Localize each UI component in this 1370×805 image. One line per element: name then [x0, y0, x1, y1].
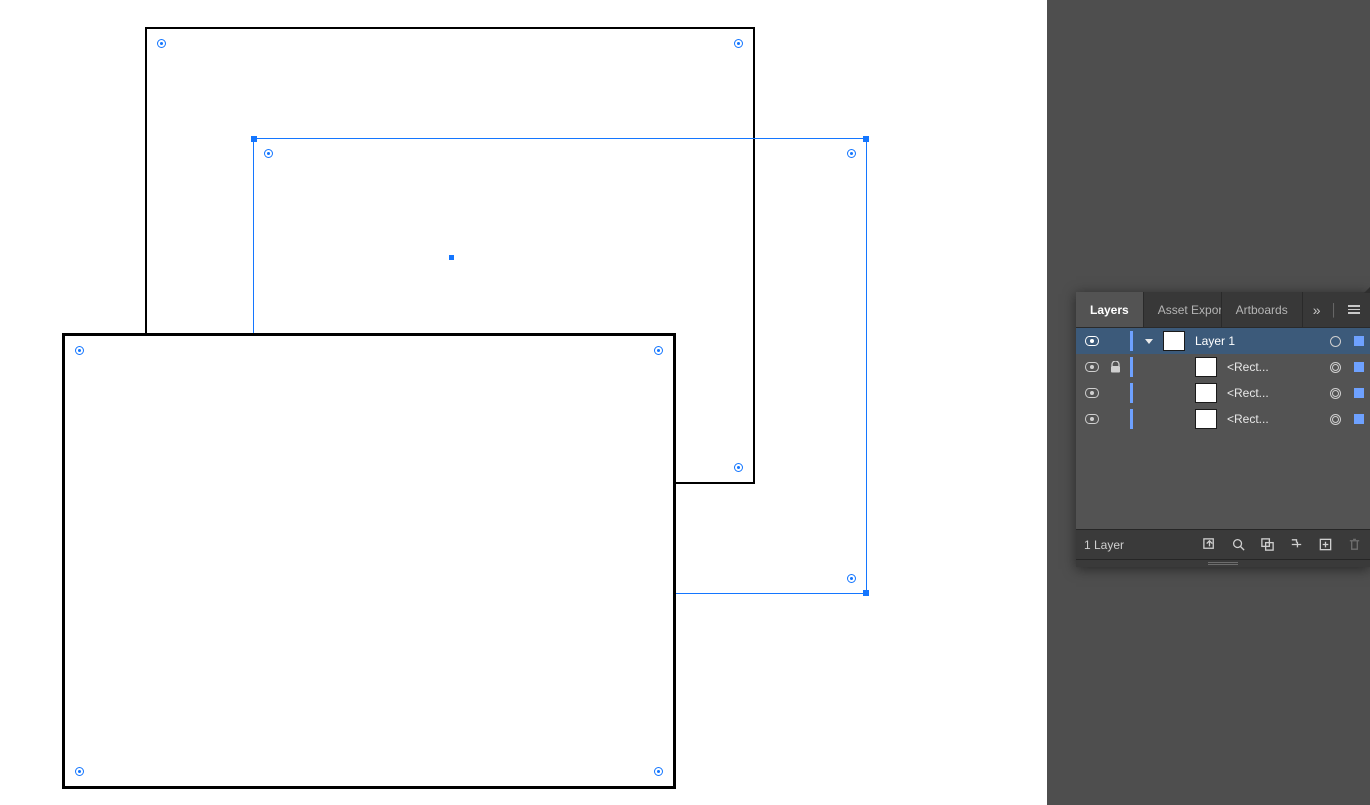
lock-toggle[interactable] [1106, 361, 1124, 373]
right-panel-area: Layers Asset Export Artboards │ Layer 1 [1047, 0, 1370, 805]
selection-handle[interactable] [251, 136, 257, 142]
tab-layers[interactable]: Layers [1076, 292, 1144, 327]
eye-icon [1085, 414, 1099, 424]
panel-footer: 1 Layer [1076, 529, 1370, 559]
panel-resize-grip[interactable] [1076, 559, 1370, 567]
clip-mask-icon[interactable] [1260, 537, 1275, 552]
layer-thumbnail[interactable] [1195, 409, 1217, 429]
corner-radius-handle[interactable] [654, 346, 663, 355]
selection-bar [1130, 331, 1133, 351]
panel-tabbar: Layers Asset Export Artboards │ [1076, 292, 1370, 328]
selection-bar [1130, 357, 1133, 377]
corner-radius-handle[interactable] [75, 767, 84, 776]
selection-square-icon [1354, 362, 1364, 372]
layer-row-item[interactable]: <Rect... [1076, 380, 1370, 406]
export-icon[interactable] [1202, 537, 1217, 552]
corner-radius-handle[interactable] [264, 149, 273, 158]
selection-handle[interactable] [863, 590, 869, 596]
selection-indicator[interactable] [1350, 388, 1370, 398]
visibility-toggle[interactable] [1082, 388, 1102, 398]
layer-thumbnail[interactable] [1195, 383, 1217, 403]
target-ring-icon [1330, 362, 1341, 373]
layer-name[interactable]: Layer 1 [1189, 334, 1320, 348]
expand-toggle[interactable] [1139, 339, 1159, 344]
panel-resize-corner[interactable] [1364, 286, 1370, 293]
corner-radius-handle[interactable] [847, 149, 856, 158]
canvas-area[interactable] [0, 0, 1047, 805]
selection-square-icon [1354, 388, 1364, 398]
target-column[interactable] [1324, 336, 1346, 347]
panel-menu-icon[interactable] [1348, 305, 1360, 314]
target-ring-icon [1330, 388, 1341, 399]
selection-bar [1130, 383, 1133, 403]
selection-bar [1130, 409, 1133, 429]
new-layer-icon[interactable] [1318, 537, 1333, 552]
layer-item-name[interactable]: <Rect... [1221, 412, 1320, 426]
selection-square-icon [1354, 414, 1364, 424]
layer-thumbnail[interactable] [1195, 357, 1217, 377]
corner-radius-handle[interactable] [847, 574, 856, 583]
selection-indicator[interactable] [1350, 336, 1370, 346]
layers-list: Layer 1 <Rect... [1076, 328, 1370, 529]
tab-asset-export[interactable]: Asset Export [1144, 292, 1222, 327]
layer-thumbnail[interactable] [1163, 331, 1185, 351]
eye-icon [1085, 362, 1099, 372]
eye-icon [1085, 336, 1099, 346]
layers-panel: Layers Asset Export Artboards │ Layer 1 [1076, 292, 1370, 567]
delete-layer-icon[interactable] [1347, 537, 1362, 552]
chevron-down-icon [1145, 339, 1153, 344]
collapse-panel-icon[interactable] [1313, 302, 1321, 318]
layer-row-item[interactable]: <Rect... [1076, 354, 1370, 380]
layer-count-label: 1 Layer [1084, 538, 1188, 552]
target-column[interactable] [1324, 362, 1346, 373]
separator: │ [1331, 303, 1339, 317]
corner-radius-handle[interactable] [734, 39, 743, 48]
selection-indicator[interactable] [1350, 414, 1370, 424]
locate-icon[interactable] [1231, 537, 1246, 552]
target-column[interactable] [1324, 388, 1346, 399]
layer-item-name[interactable]: <Rect... [1221, 386, 1320, 400]
tab-artboards[interactable]: Artboards [1222, 292, 1303, 327]
selection-indicator[interactable] [1350, 362, 1370, 372]
layer-row-item[interactable]: <Rect... [1076, 406, 1370, 432]
visibility-toggle[interactable] [1082, 362, 1102, 372]
layer-item-name[interactable]: <Rect... [1221, 360, 1320, 374]
target-column[interactable] [1324, 414, 1346, 425]
corner-radius-handle[interactable] [654, 767, 663, 776]
corner-radius-handle[interactable] [75, 346, 84, 355]
rectangle-shape[interactable] [62, 333, 676, 789]
eye-icon [1085, 388, 1099, 398]
target-ring-icon [1330, 414, 1341, 425]
visibility-toggle[interactable] [1082, 336, 1102, 346]
target-ring-icon [1330, 336, 1341, 347]
new-sublayer-icon[interactable] [1289, 537, 1304, 552]
layer-row-parent[interactable]: Layer 1 [1076, 328, 1370, 354]
selection-handle[interactable] [863, 136, 869, 142]
corner-radius-handle[interactable] [157, 39, 166, 48]
selection-square-icon [1354, 336, 1364, 346]
visibility-toggle[interactable] [1082, 414, 1102, 424]
lock-icon [1110, 361, 1121, 373]
